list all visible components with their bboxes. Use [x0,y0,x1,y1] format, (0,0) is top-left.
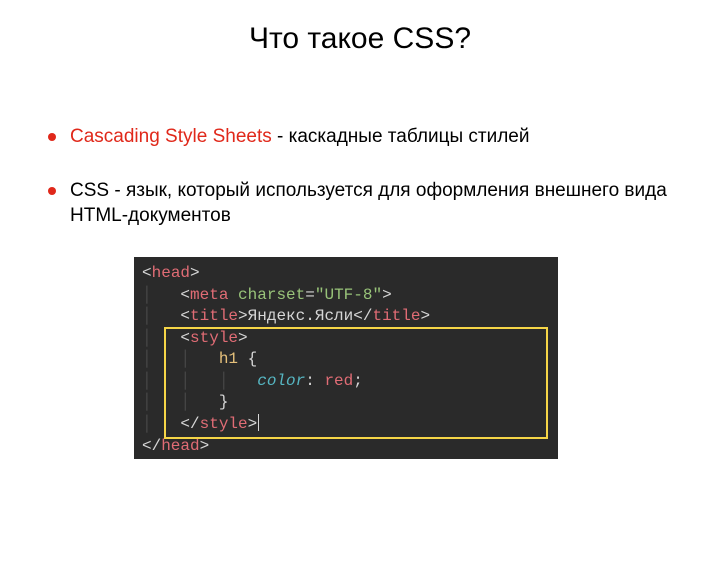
bullet-item: CSS - язык, который используется для офо… [48,178,672,229]
code-line: <head> [142,263,550,285]
bullet-dot-icon [48,133,56,141]
code-line: │ │ h1 { [142,349,550,371]
bullet-text: CSS - язык, который используется для офо… [70,178,672,229]
bullet-rest: - каскадные таблицы стилей [272,126,530,147]
code-line: │ <style> [142,328,550,350]
code-line: │ </style> [142,414,550,436]
code-line: │ <title>Яндекс.Ясли</title> [142,306,550,328]
slide-title: Что такое CSS? [0,22,720,56]
slide-content: Cascading Style Sheets - каскадные табли… [0,124,720,459]
code-line: </head> [142,436,550,458]
bullet-dot-icon [48,187,56,195]
bullet-rest: CSS - язык, который используется для офо… [70,180,667,227]
code-line: │ │ │ color: red; [142,371,550,393]
highlighted-term: Cascading Style Sheets [70,126,272,147]
bullet-item: Cascading Style Sheets - каскадные табли… [48,124,672,150]
code-snippet: <head> │ <meta charset="UTF-8"> │ <title… [134,257,558,459]
code-line: │ │ } [142,392,550,414]
bullet-text: Cascading Style Sheets - каскадные табли… [70,124,672,150]
code-line: │ <meta charset="UTF-8"> [142,285,550,307]
cursor-icon [258,414,259,431]
